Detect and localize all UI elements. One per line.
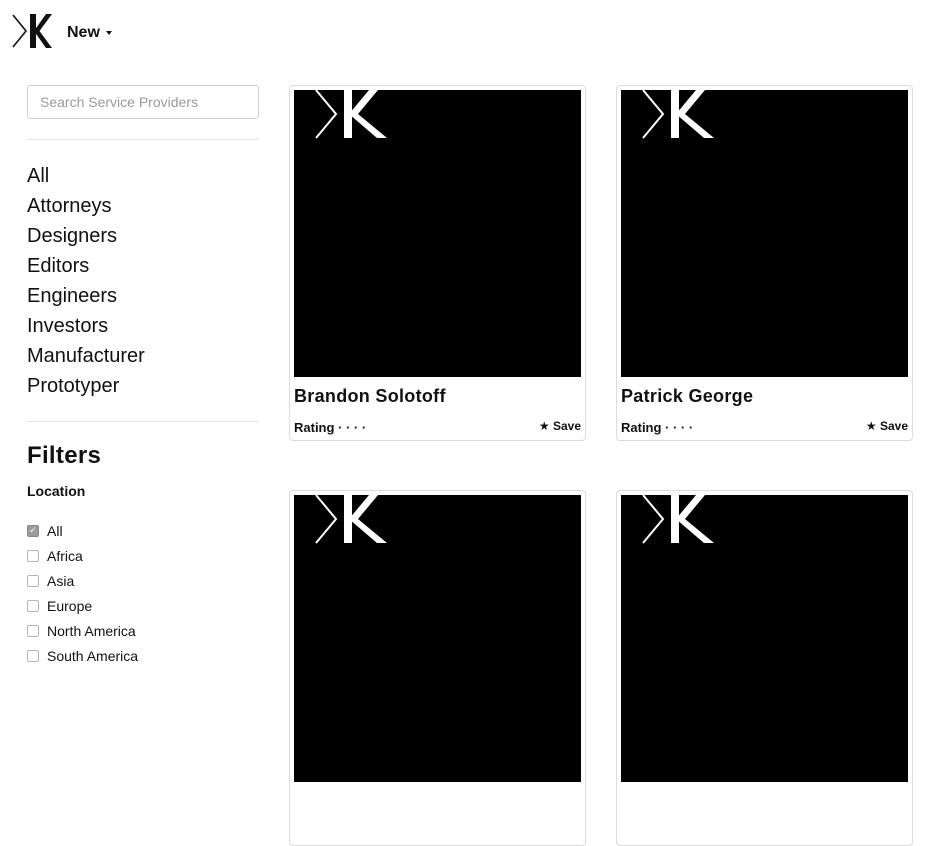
- provider-card[interactable]: [289, 490, 586, 846]
- provider-card[interactable]: Brandon Solotoff Rating · · · · ★ Save: [289, 85, 586, 441]
- checkbox[interactable]: [27, 624, 39, 637]
- location-option-label: All: [47, 522, 63, 539]
- category-designers[interactable]: Designers: [27, 221, 259, 251]
- location-option-label: Africa: [47, 547, 83, 564]
- divider: [27, 421, 259, 422]
- category-manufacturer[interactable]: Manufacturer: [27, 341, 259, 371]
- k-logo-icon: [642, 495, 714, 544]
- provider-rating: Rating · · · ·: [294, 420, 367, 435]
- k-logo-icon: [315, 90, 387, 139]
- provider-thumbnail[interactable]: [621, 90, 908, 377]
- k-logo-icon: [642, 90, 714, 139]
- location-option-label: Asia: [47, 572, 75, 589]
- location-option-north-america[interactable]: North America: [27, 618, 259, 643]
- location-option-south-america[interactable]: South America: [27, 643, 259, 668]
- save-button[interactable]: ★ Save: [539, 419, 581, 433]
- provider-card[interactable]: Patrick George Rating · · · · ★ Save: [616, 85, 913, 441]
- provider-thumbnail[interactable]: [294, 495, 581, 782]
- k-logo-icon[interactable]: [12, 12, 52, 50]
- checkbox[interactable]: [27, 574, 39, 587]
- checkbox[interactable]: [27, 599, 39, 612]
- location-option-all[interactable]: ✓ All: [27, 518, 259, 543]
- search-input[interactable]: [27, 85, 259, 119]
- provider-thumbnail[interactable]: [294, 90, 581, 377]
- checkbox-checked[interactable]: ✓: [27, 524, 39, 537]
- new-menu-label: New: [67, 24, 100, 41]
- provider-card[interactable]: [616, 490, 913, 846]
- category-investors[interactable]: Investors: [27, 311, 259, 341]
- category-list: All Attorneys Designers Editors Engineer…: [27, 161, 259, 401]
- location-option-label: North America: [47, 622, 136, 639]
- location-filter-list: ✓ All Africa Asia Europe North America S…: [27, 518, 259, 668]
- category-editors[interactable]: Editors: [27, 251, 259, 281]
- location-option-label: South America: [47, 647, 139, 664]
- divider: [27, 139, 259, 140]
- location-label: Location: [27, 483, 86, 499]
- save-button[interactable]: ★ Save: [866, 419, 908, 433]
- location-option-asia[interactable]: Asia: [27, 568, 259, 593]
- category-all[interactable]: All: [27, 161, 259, 191]
- checkbox[interactable]: [27, 549, 39, 562]
- category-prototyper[interactable]: Prototyper: [27, 371, 259, 401]
- location-option-africa[interactable]: Africa: [27, 543, 259, 568]
- provider-name[interactable]: Patrick George: [621, 386, 753, 407]
- top-bar: New: [0, 0, 936, 70]
- k-logo-icon: [315, 495, 387, 544]
- category-attorneys[interactable]: Attorneys: [27, 191, 259, 221]
- location-option-europe[interactable]: Europe: [27, 593, 259, 618]
- filters-heading: Filters: [27, 442, 102, 469]
- caret-down-icon: [105, 31, 112, 35]
- provider-thumbnail[interactable]: [621, 495, 908, 782]
- sidebar: All Attorneys Designers Editors Engineer…: [27, 85, 259, 668]
- checkbox[interactable]: [27, 649, 39, 662]
- category-engineers[interactable]: Engineers: [27, 281, 259, 311]
- provider-name[interactable]: Brandon Solotoff: [294, 386, 446, 407]
- provider-rating: Rating · · · ·: [621, 420, 694, 435]
- location-option-label: Europe: [47, 597, 93, 614]
- new-menu-button[interactable]: New: [67, 24, 112, 42]
